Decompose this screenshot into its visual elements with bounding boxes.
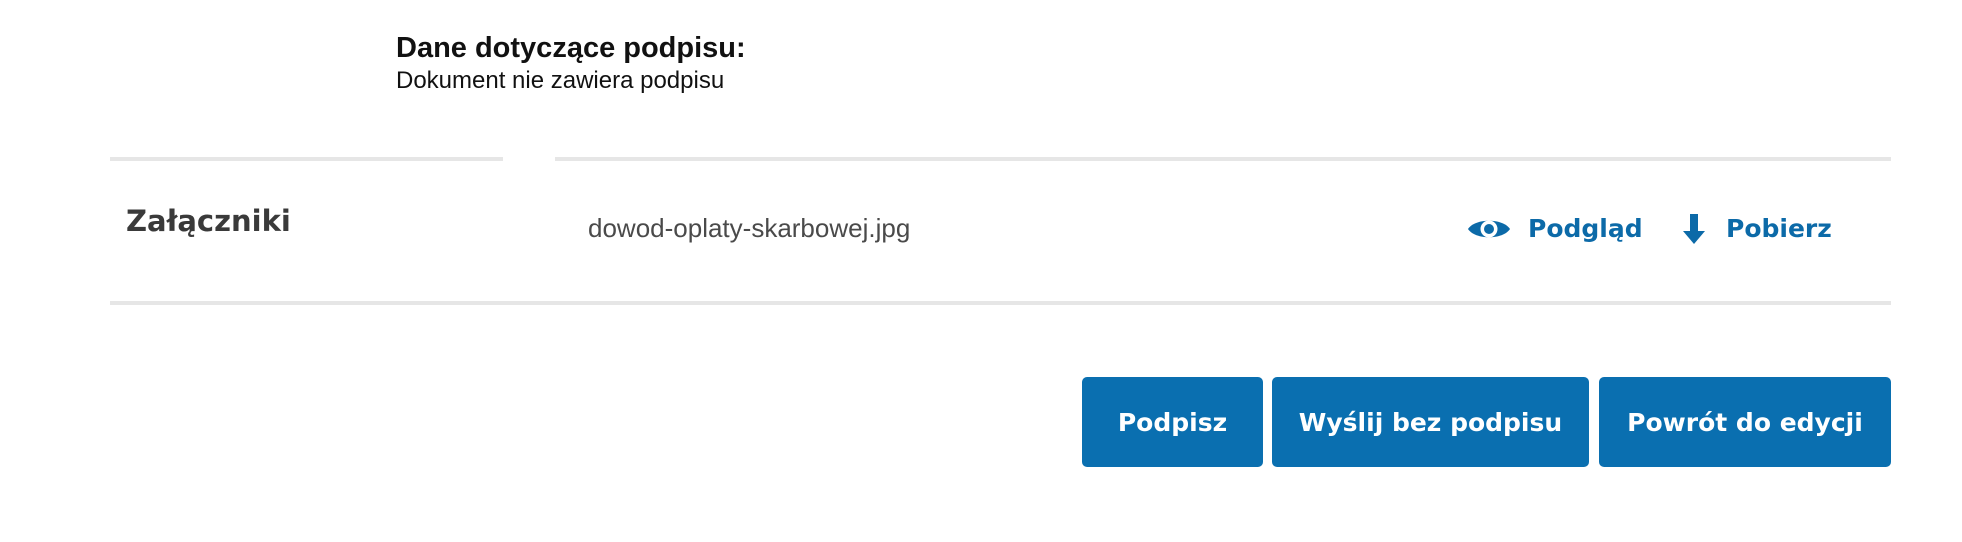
arrow-down-icon xyxy=(1680,212,1708,246)
attachments-label: Załączniki xyxy=(126,204,291,238)
divider-bottom xyxy=(110,301,1891,305)
divider-top-left xyxy=(110,157,503,161)
attachment-file-name: dowod-oplaty-skarbowej.jpg xyxy=(588,213,911,243)
back-to-edit-button[interactable]: Powrót do edycji xyxy=(1599,377,1891,467)
divider-top-right xyxy=(555,157,1891,161)
preview-link[interactable]: Podgląd xyxy=(1466,212,1643,246)
preview-label: Podgląd xyxy=(1528,214,1643,243)
send-without-signature-button[interactable]: Wyślij bez podpisu xyxy=(1272,377,1589,467)
signature-info-section: Dane dotyczące podpisu: Dokument nie zaw… xyxy=(396,30,746,96)
eye-icon xyxy=(1466,212,1512,246)
sign-button[interactable]: Podpisz xyxy=(1082,377,1263,467)
signature-heading: Dane dotyczące podpisu: xyxy=(396,32,746,64)
signature-status-text: Dokument nie zawiera podpisu xyxy=(396,67,725,94)
download-link[interactable]: Pobierz xyxy=(1680,212,1832,246)
download-label: Pobierz xyxy=(1726,214,1832,243)
